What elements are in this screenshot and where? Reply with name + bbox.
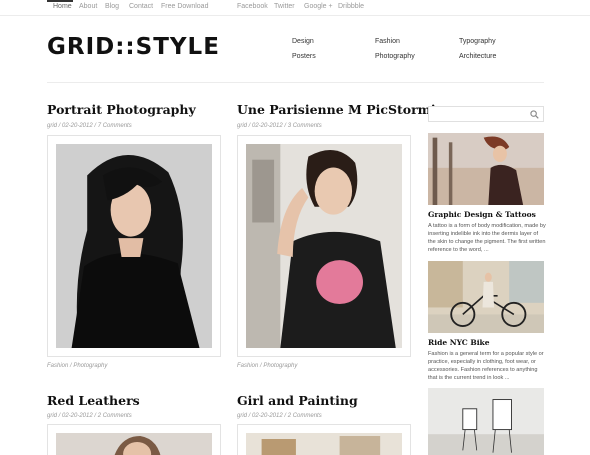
post-meta: grid / 02-20-2012 / 2 Comments xyxy=(237,413,322,419)
category-architecture-link[interactable]: Architecture xyxy=(459,53,496,60)
nav-free-download-link[interactable]: Free Download xyxy=(161,3,208,10)
sidebar-thumb-gallery[interactable] xyxy=(428,388,544,455)
nav-about-link[interactable]: About xyxy=(79,3,97,10)
red-leathers-photo xyxy=(56,433,212,455)
nav-contact-link[interactable]: Contact xyxy=(129,3,153,10)
category-posters-link[interactable]: Posters xyxy=(292,53,316,60)
post-title-portrait-photography[interactable]: Portrait Photography xyxy=(47,102,196,117)
sidebar-title-ride-nyc-bike[interactable]: Ride NYC Bike xyxy=(428,338,490,347)
search-icon[interactable] xyxy=(530,110,539,119)
header-divider xyxy=(47,82,544,83)
post-category: Fashion / Photography xyxy=(237,363,298,369)
nav-google-link[interactable]: Google + xyxy=(304,3,333,10)
girl-and-painting-photo xyxy=(246,433,402,455)
post-image-portrait-photography[interactable] xyxy=(47,135,221,357)
post-image-une-parisienne[interactable] xyxy=(237,135,411,357)
active-nav-indicator xyxy=(47,0,73,2)
post-title-red-leathers[interactable]: Red Leathers xyxy=(47,393,140,408)
post-meta: grid / 02-20-2012 / 2 Comments xyxy=(47,413,132,419)
sidebar-excerpt: Fashion is a general term for a popular … xyxy=(428,351,544,381)
category-fashion-link[interactable]: Fashion xyxy=(375,38,400,45)
site-logo[interactable]: GRID::STYLE xyxy=(47,34,220,60)
post-title-une-parisienne[interactable]: Une Parisienne M PicStorming xyxy=(237,102,454,117)
post-image-red-leathers[interactable] xyxy=(47,424,221,455)
sidebar-excerpt: A tattoo is a form of body modification,… xyxy=(428,223,546,253)
search-input[interactable] xyxy=(428,106,544,122)
post-meta: grid / 02-20-2012 / 7 Comments xyxy=(47,123,132,129)
post-title-girl-and-painting[interactable]: Girl and Painting xyxy=(237,393,358,408)
parisienne-photo xyxy=(246,144,402,348)
nav-home-link[interactable]: Home xyxy=(53,3,72,10)
portrait-photo xyxy=(56,144,212,348)
nav-twitter-link[interactable]: Twitter xyxy=(274,3,295,10)
sidebar-thumb-graphic-design[interactable] xyxy=(428,133,544,205)
category-design-link[interactable]: Design xyxy=(292,38,314,45)
top-nav-bar: Home About Blog Contact Free Download Fa… xyxy=(0,0,590,16)
nav-blog-link[interactable]: Blog xyxy=(105,3,119,10)
sidebar-thumb-ride-nyc-bike[interactable] xyxy=(428,261,544,333)
post-meta: grid / 02-20-2012 / 3 Comments xyxy=(237,123,322,129)
post-image-girl-and-painting[interactable] xyxy=(237,424,411,455)
nav-facebook-link[interactable]: Facebook xyxy=(237,3,268,10)
category-typography-link[interactable]: Typography xyxy=(459,38,496,45)
post-category: Fashion / Photography xyxy=(47,363,108,369)
category-photography-link[interactable]: Photography xyxy=(375,53,415,60)
nav-dribbble-link[interactable]: Dribbble xyxy=(338,3,364,10)
sidebar-title-graphic-design[interactable]: Graphic Design & Tattoos xyxy=(428,210,536,219)
